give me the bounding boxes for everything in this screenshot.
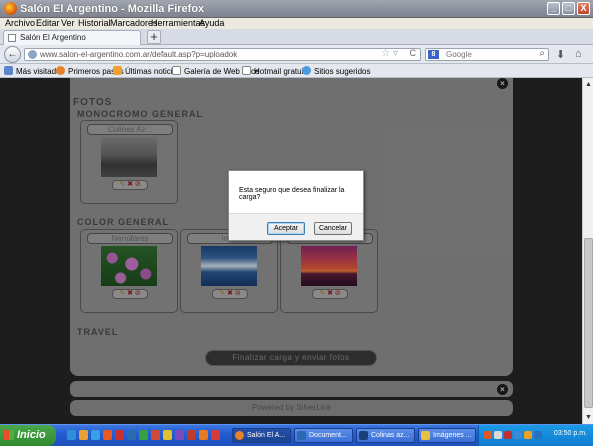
search-input[interactable] <box>446 49 526 60</box>
page-icon <box>242 66 251 75</box>
tray-volume-icon[interactable] <box>514 431 522 439</box>
tray-bluetooth-icon[interactable] <box>534 431 542 439</box>
tab-bar: Salón El Argentino + <box>0 29 593 45</box>
start-label: Inicio <box>17 429 46 441</box>
bookmark-folder-icon <box>4 66 13 75</box>
quicklaunch-firefox-icon[interactable] <box>103 430 112 440</box>
rss-icon <box>113 66 122 75</box>
window-titlebar: Salón El Argentino - Mozilla Firefox _ □… <box>0 0 593 18</box>
scroll-up-icon[interactable]: ▲ <box>584 80 593 89</box>
bookmarks-bar: Más visitados Primeros pasos Últimas not… <box>0 64 593 78</box>
tray-security-icon[interactable] <box>504 431 512 439</box>
menu-archivo[interactable]: Archivo <box>5 18 35 28</box>
menu-editar[interactable]: Editar <box>36 18 60 28</box>
search-icon[interactable]: ⌕ <box>539 48 545 59</box>
tray-network-icon[interactable] <box>494 431 502 439</box>
task-photoshop[interactable]: Colinas az... <box>356 428 415 443</box>
modal-overlay <box>0 78 582 424</box>
scroll-thumb[interactable] <box>584 238 593 408</box>
close-window-button[interactable]: X <box>577 2 590 15</box>
system-tray: 03:50 p.m. <box>478 425 593 446</box>
quicklaunch-app3-icon[interactable] <box>187 430 196 440</box>
back-button[interactable]: ← <box>4 46 21 63</box>
menu-historial[interactable]: Historial <box>78 18 111 28</box>
folder-icon <box>421 431 430 440</box>
new-tab-button[interactable]: + <box>147 30 161 44</box>
maximize-button[interactable]: □ <box>562 2 575 15</box>
page-favicon-icon <box>8 34 16 42</box>
clock: 03:50 p.m. <box>553 430 587 437</box>
firefox-icon <box>4 2 17 15</box>
window-title: Salón El Argentino - Mozilla Firefox <box>20 3 205 15</box>
ie-icon <box>302 66 311 75</box>
reload-button[interactable]: C <box>410 48 417 58</box>
quicklaunch-folder-icon[interactable] <box>79 430 88 440</box>
confirm-dialog: Esta seguro que desea finalizar la carga… <box>228 170 364 241</box>
bookmark-ultimas-noticias[interactable]: Últimas noticias <box>113 66 181 76</box>
firefox-icon <box>235 431 244 440</box>
task-images-folder[interactable]: Imágenes ... <box>418 428 476 443</box>
accept-button[interactable]: Aceptar <box>267 222 305 235</box>
page-content: × FOTOS MONOCROMO GENERAL Colinas Az... … <box>0 78 582 424</box>
quicklaunch-powerpoint-icon[interactable] <box>151 430 160 440</box>
dialog-message: Esta seguro que desea finalizar la carga… <box>239 187 345 201</box>
windows-taskbar: Inicio Salón El A... Document... Colinas… <box>0 424 593 446</box>
quicklaunch-firefox2-icon[interactable] <box>199 430 208 440</box>
globe-icon <box>28 50 37 59</box>
task-document[interactable]: Document... <box>294 428 353 443</box>
bookmark-star-icon[interactable]: ☆ ▿ <box>381 48 398 59</box>
cancel-button[interactable]: Cancelar <box>314 222 352 235</box>
menu-herramientas[interactable]: Herramientas <box>151 18 205 28</box>
quicklaunch-word-icon[interactable] <box>127 430 136 440</box>
quicklaunch-desktop-icon[interactable] <box>67 430 76 440</box>
tray-update-icon[interactable] <box>524 431 532 439</box>
start-button[interactable]: Inicio <box>0 425 56 446</box>
quicklaunch-ie-icon[interactable] <box>91 430 100 440</box>
quicklaunch-app2-icon[interactable] <box>175 430 184 440</box>
minimize-button[interactable]: _ <box>547 2 560 15</box>
vertical-scrollbar[interactable]: ▲ ▼ <box>582 78 593 424</box>
url-bar[interactable]: ☆ ▿ C <box>24 48 421 61</box>
quicklaunch-app-icon[interactable] <box>115 430 124 440</box>
dialog-button-row: Aceptar Cancelar <box>229 213 363 240</box>
firefox-icon <box>56 66 65 75</box>
home-icon[interactable]: ⌂ <box>575 48 582 60</box>
word-icon <box>297 431 306 440</box>
scroll-down-icon[interactable]: ▼ <box>584 413 593 422</box>
quicklaunch-chrome-icon[interactable] <box>211 430 220 440</box>
quicklaunch-excel-icon[interactable] <box>139 430 148 440</box>
tab-label: Salón El Argentino <box>20 33 86 42</box>
bookmark-hotmail[interactable]: Hotmail gratuito <box>242 66 310 76</box>
download-icon[interactable]: ⬇ <box>556 48 565 61</box>
menu-bar: Archivo Editar Ver Historial Marcadores … <box>0 18 593 29</box>
tray-app-icon[interactable] <box>484 431 492 439</box>
page-icon <box>172 66 181 75</box>
bookmark-sitios-sugeridos[interactable]: Sitios sugeridos <box>302 66 370 76</box>
tab-salon[interactable]: Salón El Argentino <box>3 30 141 45</box>
navigation-bar: ← ☆ ▿ C 8 ⌕ ⬇ ⌂ <box>0 45 593 64</box>
search-engine-icon[interactable]: 8 <box>428 50 439 59</box>
windows-flag-icon <box>4 430 14 440</box>
search-bar[interactable]: 8 ⌕ <box>425 48 549 61</box>
url-input[interactable] <box>40 49 380 60</box>
quicklaunch-media-icon[interactable] <box>163 430 172 440</box>
task-firefox[interactable]: Salón El A... <box>232 428 291 443</box>
menu-ver[interactable]: Ver <box>61 18 75 28</box>
photoshop-icon <box>359 431 368 440</box>
menu-ayuda[interactable]: Ayuda <box>199 18 224 28</box>
